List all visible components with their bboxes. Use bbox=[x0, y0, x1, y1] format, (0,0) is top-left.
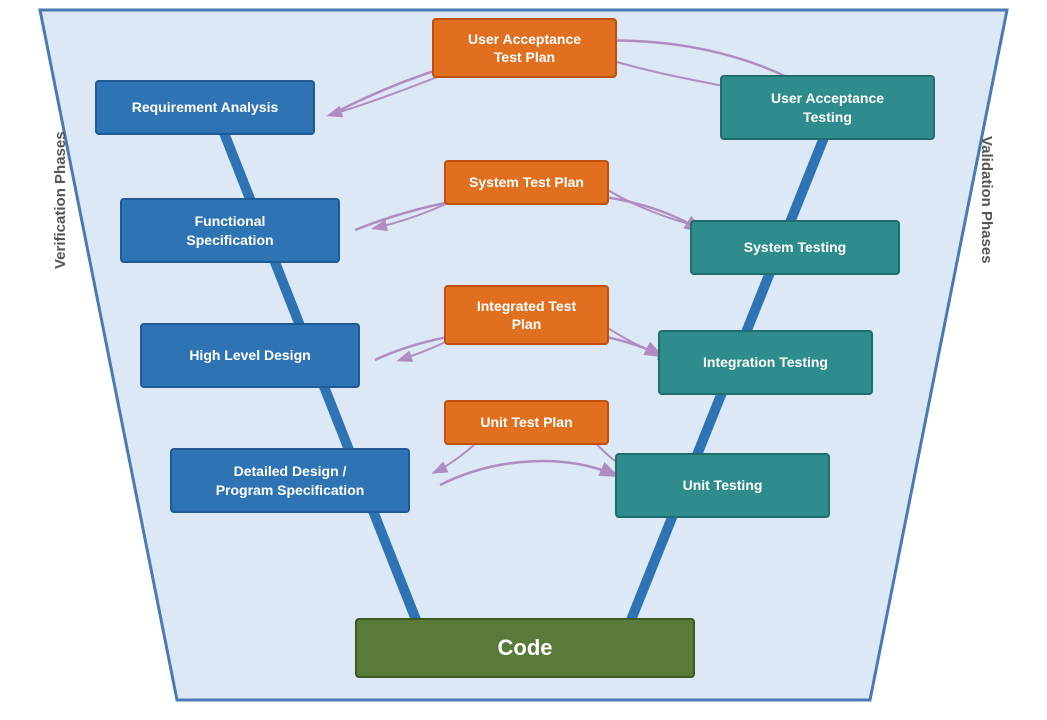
verification-label: Verification Phases bbox=[52, 40, 69, 360]
functional-spec-box: FunctionalSpecification bbox=[120, 198, 340, 263]
validation-label: Validation Phases bbox=[978, 40, 995, 360]
integration-testing-box: Integration Testing bbox=[658, 330, 873, 395]
uat-box: User AcceptanceTesting bbox=[720, 75, 935, 140]
requirement-analysis-box: Requirement Analysis bbox=[95, 80, 315, 135]
unit-testing-box: Unit Testing bbox=[615, 453, 830, 518]
unit-test-plan-box: Unit Test Plan bbox=[444, 400, 609, 445]
uat-plan-box: User AcceptanceTest Plan bbox=[432, 18, 617, 78]
detailed-design-box: Detailed Design /Program Specification bbox=[170, 448, 410, 513]
v-model-diagram: Requirement Analysis FunctionalSpecifica… bbox=[0, 0, 1047, 720]
system-testing-box: System Testing bbox=[690, 220, 900, 275]
integrated-test-plan-box: Integrated TestPlan bbox=[444, 285, 609, 345]
code-box: Code bbox=[355, 618, 695, 678]
high-level-design-box: High Level Design bbox=[140, 323, 360, 388]
system-test-plan-box: System Test Plan bbox=[444, 160, 609, 205]
